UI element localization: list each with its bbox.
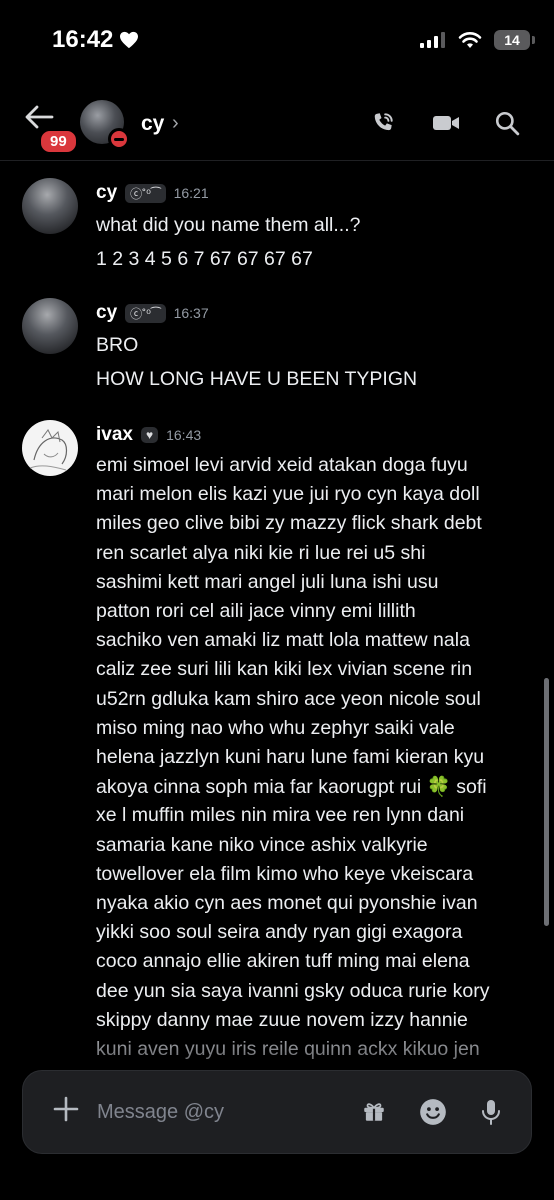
message-line: dee yun sia saya ivanni gsky oduca rurie… — [96, 979, 490, 1002]
user-tag: ⓒ˚⁰⁀ — [125, 183, 166, 203]
message-line: HOW LONG HAVE U BEEN TYPIGN — [96, 368, 418, 390]
battery-icon: 14 — [494, 30, 535, 50]
user-tag: ♥ — [140, 427, 159, 443]
message-input[interactable]: Message @cy — [97, 1101, 224, 1124]
message-line: 1 2 3 4 5 6 7 67 67 67 67 — [96, 248, 313, 270]
message-line: sachiko ven amaki liz matt lola mattew n… — [96, 629, 470, 652]
search-button[interactable] — [494, 110, 520, 141]
avatar[interactable] — [22, 420, 78, 476]
dm-header: 99 cy › — [0, 84, 554, 161]
message-line: samaria kane niko vince ashix valkyrie — [96, 833, 428, 856]
cellular-signal-icon — [420, 32, 445, 48]
video-call-button[interactable] — [432, 110, 460, 141]
timestamp: 16:21 — [173, 185, 209, 201]
video-camera-icon — [433, 116, 459, 130]
dnd-status-icon — [108, 128, 130, 150]
wifi-icon — [458, 32, 482, 48]
message-line: helena jazzlyn kuni haru lune fami kiera… — [96, 746, 485, 768]
unread-badge: 99 — [38, 128, 79, 155]
battery-level: 14 — [504, 32, 520, 48]
author-name[interactable]: cy — [96, 182, 117, 204]
message-line: emi simoel levi arvid xeid atakan doga f… — [96, 454, 468, 476]
message-line: what did you name them all...? — [96, 214, 361, 236]
message-composer: Message @cy — [22, 1070, 532, 1154]
plus-icon — [53, 1096, 79, 1122]
message-line: skippy danny mae zuue novem izzy hannie — [96, 1008, 468, 1031]
scrollbar[interactable] — [544, 678, 549, 926]
message-line: coco annajo ellie akiren tuff ming mai e… — [96, 950, 470, 973]
avatar[interactable] — [22, 178, 78, 234]
message-header: ivax ♥ 16:43 — [96, 424, 201, 446]
message-header: cy ⓒ˚⁰⁀ 16:21 — [96, 182, 209, 204]
add-attachment-button[interactable] — [53, 1095, 79, 1127]
microphone-icon — [482, 1100, 500, 1125]
channel-name[interactable]: cy — [141, 112, 164, 136]
message-line: yikki soo soul seira andy ryan gigi exag… — [96, 921, 463, 944]
heart-icon — [120, 31, 139, 49]
message-line: BRO — [96, 334, 139, 356]
author-name[interactable]: ivax — [96, 424, 133, 446]
message-line: ren scarlet alya niki kie ri lue rei u5 … — [96, 541, 426, 564]
message-line: u52rn gdluka kam shiro ace yeon nicole s… — [96, 687, 481, 710]
message-line: xe l muffin miles nin mira vee ren lynn … — [96, 804, 465, 827]
message-line: mari melon elis kazi yue jui ryo cyn kay… — [96, 483, 480, 506]
chevron-right-icon[interactable]: › — [172, 112, 179, 135]
message-line: towellover ela film kimo who keye vkeisc… — [96, 862, 474, 885]
status-icons: 14 — [420, 30, 535, 50]
timestamp: 16:43 — [166, 427, 202, 443]
emoji-button[interactable] — [419, 1098, 447, 1131]
gift-button[interactable] — [361, 1098, 387, 1129]
avatar[interactable] — [22, 298, 78, 354]
message-line: nyaka akio cyn aes monet qui pyonshie iv… — [96, 892, 478, 914]
timestamp: 16:37 — [173, 305, 209, 321]
sketch-avatar-image — [29, 429, 68, 471]
back-arrow-icon — [25, 105, 54, 129]
status-bar: 16:42 14 — [0, 0, 554, 84]
message-line: akoya cinna soph mia far kaorugpt rui 🍀 … — [96, 776, 487, 799]
message-line: miles geo clive bibi zy mazzy flick shar… — [96, 512, 482, 535]
status-time: 16:42 — [52, 26, 139, 54]
message-line: caliz zee suri lili kan kiki lex vivian … — [96, 658, 473, 681]
message-line: patton rori cel aili jace vinny emi lill… — [96, 600, 416, 622]
voice-message-button[interactable] — [479, 1098, 503, 1131]
search-icon — [495, 111, 520, 136]
message-header: cy ⓒ˚⁰⁀ 16:37 — [96, 302, 209, 324]
smiley-icon — [420, 1099, 446, 1125]
message-line: miso ming nao who whu zephyr saiki vale — [96, 716, 455, 739]
author-name[interactable]: cy — [96, 302, 117, 324]
voice-call-button[interactable] — [370, 110, 396, 141]
gift-icon — [364, 1103, 384, 1121]
status-time-text: 16:42 — [52, 26, 114, 53]
phone-icon — [374, 113, 393, 131]
user-tag: ⓒ˚⁰⁀ — [125, 303, 166, 323]
message-line: sashimi kett mari angel juli luna ishi u… — [96, 570, 439, 593]
